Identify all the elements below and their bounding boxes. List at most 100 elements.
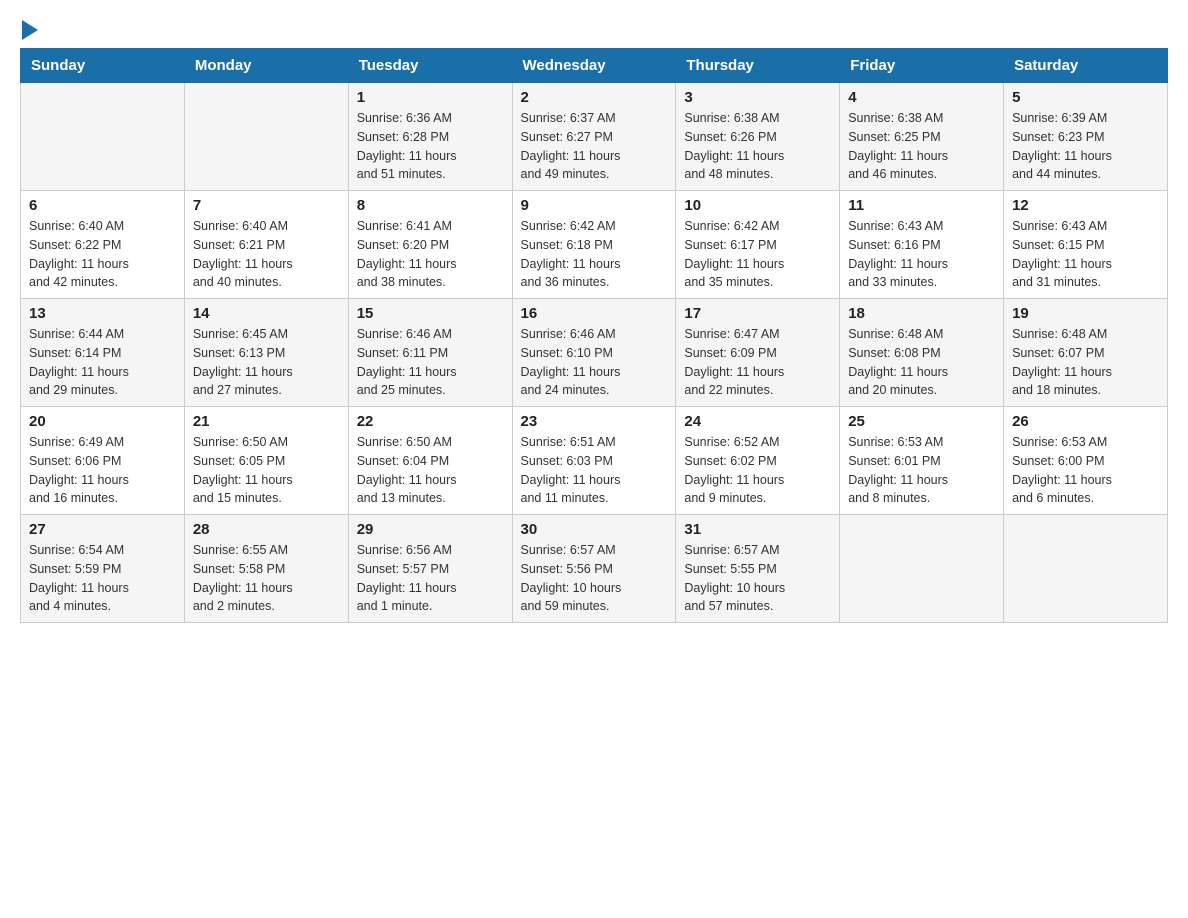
weekday-header-wednesday: Wednesday: [512, 49, 676, 83]
weekday-header-row: SundayMondayTuesdayWednesdayThursdayFrid…: [21, 49, 1168, 83]
day-number: 13: [29, 305, 176, 322]
day-number: 9: [521, 197, 668, 214]
day-detail: Sunrise: 6:45 AM Sunset: 6:13 PM Dayligh…: [193, 327, 293, 397]
day-detail: Sunrise: 6:55 AM Sunset: 5:58 PM Dayligh…: [193, 543, 293, 613]
day-number: 10: [684, 197, 831, 214]
day-detail: Sunrise: 6:53 AM Sunset: 6:00 PM Dayligh…: [1012, 435, 1112, 505]
day-detail: Sunrise: 6:57 AM Sunset: 5:55 PM Dayligh…: [684, 543, 785, 613]
day-number: 4: [848, 89, 995, 106]
day-detail: Sunrise: 6:52 AM Sunset: 6:02 PM Dayligh…: [684, 435, 784, 505]
day-detail: Sunrise: 6:46 AM Sunset: 6:11 PM Dayligh…: [357, 327, 457, 397]
day-number: 12: [1012, 197, 1159, 214]
day-detail: Sunrise: 6:40 AM Sunset: 6:22 PM Dayligh…: [29, 219, 129, 289]
calendar-cell: 2 Sunrise: 6:37 AM Sunset: 6:27 PM Daylig…: [512, 83, 676, 191]
calendar-cell: 18 Sunrise: 6:48 AM Sunset: 6:08 PM Dayli…: [840, 299, 1004, 407]
calendar-cell: [1004, 515, 1168, 623]
calendar-cell: 24 Sunrise: 6:52 AM Sunset: 6:02 PM Dayli…: [676, 407, 840, 515]
day-detail: Sunrise: 6:42 AM Sunset: 6:17 PM Dayligh…: [684, 219, 784, 289]
calendar-cell: 3 Sunrise: 6:38 AM Sunset: 6:26 PM Daylig…: [676, 83, 840, 191]
calendar-cell: 25 Sunrise: 6:53 AM Sunset: 6:01 PM Dayli…: [840, 407, 1004, 515]
day-detail: Sunrise: 6:50 AM Sunset: 6:05 PM Dayligh…: [193, 435, 293, 505]
day-number: 18: [848, 305, 995, 322]
day-number: 30: [521, 521, 668, 538]
day-number: 17: [684, 305, 831, 322]
calendar-cell: 9 Sunrise: 6:42 AM Sunset: 6:18 PM Daylig…: [512, 191, 676, 299]
day-detail: Sunrise: 6:43 AM Sunset: 6:15 PM Dayligh…: [1012, 219, 1112, 289]
day-detail: Sunrise: 6:44 AM Sunset: 6:14 PM Dayligh…: [29, 327, 129, 397]
day-detail: Sunrise: 6:47 AM Sunset: 6:09 PM Dayligh…: [684, 327, 784, 397]
day-detail: Sunrise: 6:41 AM Sunset: 6:20 PM Dayligh…: [357, 219, 457, 289]
day-detail: Sunrise: 6:51 AM Sunset: 6:03 PM Dayligh…: [521, 435, 621, 505]
day-detail: Sunrise: 6:38 AM Sunset: 6:26 PM Dayligh…: [684, 111, 784, 181]
day-number: 28: [193, 521, 340, 538]
day-number: 23: [521, 413, 668, 430]
calendar-cell: 29Sunrise: 6:56 AM Sunset: 5:57 PM Dayli…: [348, 515, 512, 623]
calendar-cell: 31 Sunrise: 6:57 AM Sunset: 5:55 PM Dayli…: [676, 515, 840, 623]
day-detail: Sunrise: 6:42 AM Sunset: 6:18 PM Dayligh…: [521, 219, 621, 289]
day-number: 16: [521, 305, 668, 322]
calendar-cell: 6 Sunrise: 6:40 AM Sunset: 6:22 PM Daylig…: [21, 191, 185, 299]
day-number: 5: [1012, 89, 1159, 106]
calendar-cell: 7Sunrise: 6:40 AM Sunset: 6:21 PM Daylig…: [184, 191, 348, 299]
calendar-cell: 14 Sunrise: 6:45 AM Sunset: 6:13 PM Dayli…: [184, 299, 348, 407]
calendar-cell: 10 Sunrise: 6:42 AM Sunset: 6:17 PM Dayli…: [676, 191, 840, 299]
weekday-header-friday: Friday: [840, 49, 1004, 83]
day-number: 19: [1012, 305, 1159, 322]
day-number: 29: [357, 521, 504, 538]
day-detail: Sunrise: 6:37 AM Sunset: 6:27 PM Dayligh…: [521, 111, 621, 181]
week-row-3: 13 Sunrise: 6:44 AM Sunset: 6:14 PM Dayli…: [21, 299, 1168, 407]
day-number: 3: [684, 89, 831, 106]
weekday-header-saturday: Saturday: [1004, 49, 1168, 83]
day-detail: Sunrise: 6:53 AM Sunset: 6:01 PM Dayligh…: [848, 435, 948, 505]
day-detail: Sunrise: 6:48 AM Sunset: 6:07 PM Dayligh…: [1012, 327, 1112, 397]
calendar-cell: 13 Sunrise: 6:44 AM Sunset: 6:14 PM Dayli…: [21, 299, 185, 407]
calendar-cell: 8 Sunrise: 6:41 AM Sunset: 6:20 PM Daylig…: [348, 191, 512, 299]
day-detail: Sunrise: 6:54 AM Sunset: 5:59 PM Dayligh…: [29, 543, 129, 613]
day-detail: Sunrise: 6:57 AM Sunset: 5:56 PM Dayligh…: [521, 543, 622, 613]
day-number: 25: [848, 413, 995, 430]
day-number: 27: [29, 521, 176, 538]
calendar-cell: 30 Sunrise: 6:57 AM Sunset: 5:56 PM Dayli…: [512, 515, 676, 623]
calendar-cell: [840, 515, 1004, 623]
day-number: 24: [684, 413, 831, 430]
day-detail: Sunrise: 6:39 AM Sunset: 6:23 PM Dayligh…: [1012, 111, 1112, 181]
calendar-cell: 23 Sunrise: 6:51 AM Sunset: 6:03 PM Dayli…: [512, 407, 676, 515]
calendar-cell: 28 Sunrise: 6:55 AM Sunset: 5:58 PM Dayli…: [184, 515, 348, 623]
calendar-cell: 11Sunrise: 6:43 AM Sunset: 6:16 PM Dayli…: [840, 191, 1004, 299]
day-number: 8: [357, 197, 504, 214]
day-number: 22: [357, 413, 504, 430]
day-number: 21: [193, 413, 340, 430]
calendar-cell: 20 Sunrise: 6:49 AM Sunset: 6:06 PM Dayli…: [21, 407, 185, 515]
day-detail: Sunrise: 6:38 AM Sunset: 6:25 PM Dayligh…: [848, 111, 948, 181]
day-number: 14: [193, 305, 340, 322]
day-number: 1: [357, 89, 504, 106]
weekday-header-thursday: Thursday: [676, 49, 840, 83]
calendar-cell: [21, 83, 185, 191]
calendar-cell: [184, 83, 348, 191]
day-number: 31: [684, 521, 831, 538]
day-number: 6: [29, 197, 176, 214]
calendar-table: SundayMondayTuesdayWednesdayThursdayFrid…: [20, 48, 1168, 623]
week-row-4: 20 Sunrise: 6:49 AM Sunset: 6:06 PM Dayli…: [21, 407, 1168, 515]
week-row-5: 27 Sunrise: 6:54 AM Sunset: 5:59 PM Dayli…: [21, 515, 1168, 623]
day-number: 2: [521, 89, 668, 106]
day-number: 15: [357, 305, 504, 322]
day-detail: Sunrise: 6:49 AM Sunset: 6:06 PM Dayligh…: [29, 435, 129, 505]
calendar-cell: 19 Sunrise: 6:48 AM Sunset: 6:07 PM Dayli…: [1004, 299, 1168, 407]
day-number: 20: [29, 413, 176, 430]
calendar-cell: 1Sunrise: 6:36 AM Sunset: 6:28 PM Daylig…: [348, 83, 512, 191]
calendar-cell: 5 Sunrise: 6:39 AM Sunset: 6:23 PM Daylig…: [1004, 83, 1168, 191]
calendar-cell: 4 Sunrise: 6:38 AM Sunset: 6:25 PM Daylig…: [840, 83, 1004, 191]
logo: [20, 20, 38, 38]
day-detail: Sunrise: 6:48 AM Sunset: 6:08 PM Dayligh…: [848, 327, 948, 397]
week-row-2: 6 Sunrise: 6:40 AM Sunset: 6:22 PM Daylig…: [21, 191, 1168, 299]
calendar-cell: 21 Sunrise: 6:50 AM Sunset: 6:05 PM Dayli…: [184, 407, 348, 515]
weekday-header-tuesday: Tuesday: [348, 49, 512, 83]
day-detail: Sunrise: 6:40 AM Sunset: 6:21 PM Dayligh…: [193, 219, 293, 289]
page-header: [20, 20, 1168, 38]
calendar-cell: 26Sunrise: 6:53 AM Sunset: 6:00 PM Dayli…: [1004, 407, 1168, 515]
logo-arrow-icon: [22, 20, 38, 40]
calendar-cell: 12 Sunrise: 6:43 AM Sunset: 6:15 PM Dayli…: [1004, 191, 1168, 299]
day-detail: Sunrise: 6:50 AM Sunset: 6:04 PM Dayligh…: [357, 435, 457, 505]
day-detail: Sunrise: 6:43 AM Sunset: 6:16 PM Dayligh…: [848, 219, 948, 289]
